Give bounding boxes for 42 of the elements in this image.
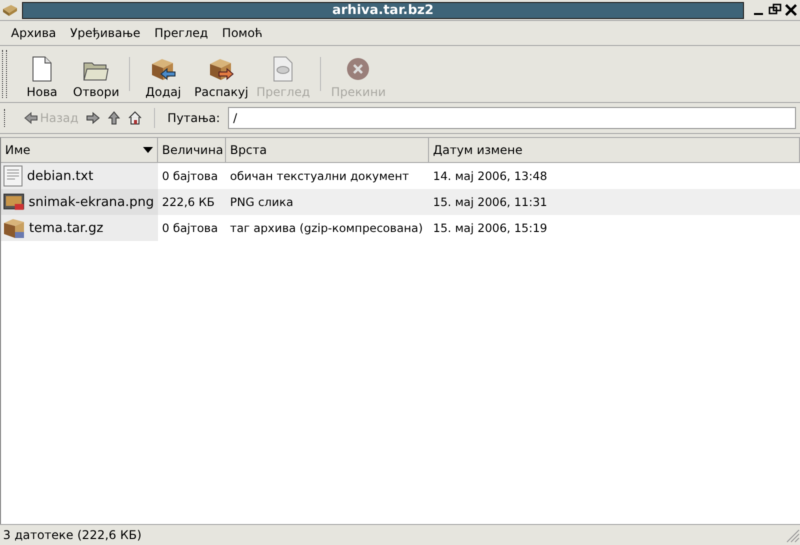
- resize-grip-icon[interactable]: [784, 527, 800, 543]
- image-file-icon: [3, 192, 25, 212]
- menu-item[interactable]: Архива: [4, 26, 64, 40]
- document-icon: [30, 56, 54, 82]
- table-cell-text: 15. мај 2006, 15:19: [432, 220, 548, 237]
- toolbar-button[interactable]: Нова: [15, 49, 69, 99]
- maximize-button[interactable]: [768, 3, 782, 17]
- up-icon[interactable]: [108, 111, 120, 125]
- column-header[interactable]: Датум измене: [429, 138, 800, 162]
- forward-icon[interactable]: [86, 112, 100, 124]
- box-icon: [3, 217, 25, 239]
- window-title: arhiva.tar.bz2: [22, 2, 744, 18]
- path-field[interactable]: /: [228, 107, 796, 129]
- toolbar-button[interactable]: Распакуј: [190, 49, 252, 99]
- toolbar-button[interactable]: Отвори: [69, 49, 124, 99]
- table-cell-text: 0 бајтова: [161, 168, 219, 185]
- stop-icon: [345, 56, 372, 82]
- box-arrow-left-icon: [149, 56, 178, 82]
- table-cell-text: таг архива (gzip-компресована): [229, 220, 424, 237]
- column-header[interactable]: Име: [1, 138, 158, 162]
- home-icon[interactable]: [128, 111, 142, 125]
- menu-item[interactable]: Помоћ: [215, 26, 270, 40]
- sort-down-icon: [143, 147, 153, 153]
- column-header[interactable]: Величина: [158, 138, 226, 162]
- menu-item[interactable]: Преглед: [147, 26, 216, 40]
- toolbar-button[interactable]: Додај: [136, 49, 190, 99]
- column-header[interactable]: Врста: [226, 138, 429, 162]
- menu-item[interactable]: Уређивање: [63, 26, 148, 40]
- path-label: Путања:: [167, 111, 220, 125]
- status-text: 3 датотеке (222,6 КБ): [3, 528, 142, 542]
- box-arrow-right-icon: [207, 56, 236, 82]
- document-eye-icon: [271, 56, 296, 82]
- back-icon: [24, 112, 38, 124]
- archive-icon: [2, 3, 18, 17]
- table-cell-text: 222,6 КБ: [161, 194, 216, 211]
- table-cell-text: обичан текстуални документ: [229, 168, 410, 185]
- table-cell-text: 14. мај 2006, 13:48: [432, 168, 548, 185]
- table-cell-text: 15. мај 2006, 11:31: [432, 194, 548, 211]
- folder-icon: [83, 60, 110, 82]
- table-cell-text: 0 бајтова: [161, 220, 219, 237]
- table-cell-text: PNG слика: [229, 194, 294, 211]
- close-button[interactable]: [784, 3, 798, 17]
